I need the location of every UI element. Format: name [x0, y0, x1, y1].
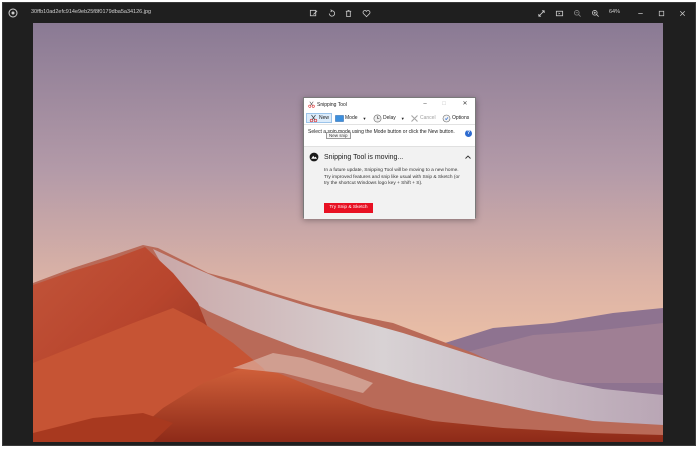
- options-label: Options: [452, 115, 470, 121]
- snipping-tool-window: Snipping Tool – □ ✕ New Mode ▼ Delay ▼ C…: [303, 97, 476, 219]
- delete-icon[interactable]: [343, 8, 353, 18]
- minimize-icon[interactable]: –: [420, 99, 430, 109]
- slideshow-icon[interactable]: [554, 8, 564, 18]
- mountain-landscape-image: [33, 23, 663, 442]
- mode-button[interactable]: Mode ▼: [335, 113, 366, 123]
- dropdown-arrow-icon: ▼: [400, 115, 405, 121]
- cancel-button[interactable]: Cancel: [410, 113, 436, 123]
- displayed-photo[interactable]: [33, 23, 663, 442]
- notice-title: Snipping Tool is moving...: [324, 154, 404, 161]
- chevron-up-icon[interactable]: [464, 153, 472, 161]
- viewer-toolbar: 30ffb10ad2efc914e9eb25f8f0179dba5a34126.…: [3, 3, 695, 23]
- maximize-icon[interactable]: [656, 8, 666, 18]
- zoom-out-icon[interactable]: [572, 8, 582, 18]
- notice-body: In a future update, Snipping Tool will b…: [324, 168, 460, 186]
- cancel-x-icon: [411, 114, 418, 122]
- scissors-icon: [309, 114, 318, 122]
- cancel-label: Cancel: [420, 115, 436, 121]
- new-label: New: [319, 115, 330, 121]
- favorite-icon[interactable]: [361, 8, 371, 18]
- close-icon[interactable]: [677, 8, 687, 18]
- rotate-icon[interactable]: [326, 8, 336, 18]
- clock-icon: [373, 114, 382, 122]
- delay-label: Delay: [383, 115, 396, 121]
- options-icon: [442, 114, 451, 122]
- snipping-tool-titlebar[interactable]: Snipping Tool – □ ✕: [304, 98, 475, 111]
- scissors-icon: [308, 101, 315, 108]
- snipping-tool-toolbar: New Mode ▼ Delay ▼ Cancel Options: [304, 111, 475, 125]
- maximize-icon[interactable]: □: [439, 99, 449, 109]
- try-snip-sketch-button[interactable]: Try Snip & Sketch: [324, 203, 373, 213]
- photos-app-icon: [8, 8, 18, 18]
- close-icon[interactable]: ✕: [460, 99, 470, 109]
- delay-button[interactable]: Delay ▼: [373, 113, 405, 123]
- edit-icon[interactable]: [308, 8, 318, 18]
- options-button[interactable]: Options: [442, 113, 469, 123]
- photos-app-window: 30ffb10ad2efc914e9eb25f8f0179dba5a34126.…: [2, 2, 696, 446]
- snip-sketch-icon: [309, 152, 319, 162]
- file-name: 30ffb10ad2efc914e9eb25f8f0179dba5a34126.…: [31, 9, 152, 15]
- moving-notice-panel: Snipping Tool is moving... In a future u…: [304, 146, 475, 219]
- new-snip-button[interactable]: New: [306, 113, 333, 123]
- dropdown-arrow-icon: ▼: [362, 115, 367, 121]
- fullscreen-icon[interactable]: [536, 8, 546, 18]
- new-snip-tooltip: New snip: [326, 132, 351, 139]
- mode-icon: [335, 114, 344, 122]
- mode-label: Mode: [345, 115, 358, 121]
- zoom-in-icon[interactable]: [590, 8, 600, 18]
- help-icon[interactable]: ?: [465, 130, 472, 137]
- zoom-level[interactable]: 64%: [609, 9, 620, 15]
- snipping-tool-title: Snipping Tool: [317, 101, 347, 108]
- minimize-icon[interactable]: [635, 8, 645, 18]
